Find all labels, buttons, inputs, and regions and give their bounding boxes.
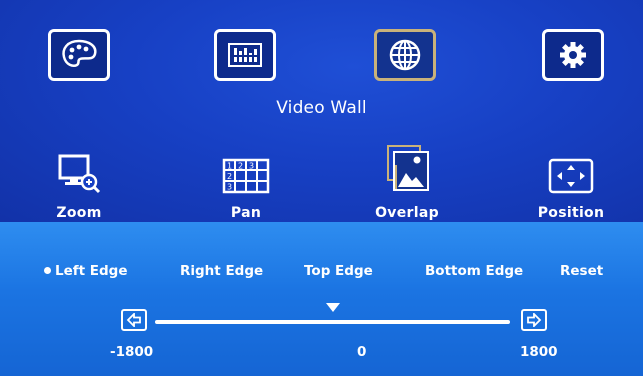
globe-icon <box>389 39 421 71</box>
osd-screen: Video Wall Zoom 1 2 3 2 3 Pan Overlap Po… <box>0 0 643 376</box>
submenu-label: Overlap <box>375 205 439 221</box>
arrow-left-icon <box>126 313 141 327</box>
option-top-edge[interactable]: Top Edge <box>304 263 373 279</box>
grid-pan-icon: 1 2 3 2 3 <box>222 158 270 194</box>
zoom-monitor-icon <box>58 154 101 194</box>
position-arrows-icon <box>548 158 594 194</box>
decrease-button[interactable] <box>121 309 147 331</box>
slider-thumb[interactable] <box>325 303 340 312</box>
option-bottom-edge[interactable]: Bottom Edge <box>425 263 523 279</box>
input-settings-button[interactable] <box>214 29 276 81</box>
svg-text:2: 2 <box>238 162 243 171</box>
submenu-label: Pan <box>230 205 262 221</box>
svg-text:3: 3 <box>249 162 254 171</box>
overlap-picture-icon <box>387 145 429 191</box>
svg-text:3: 3 <box>227 183 232 192</box>
submenu-position[interactable]: Position <box>521 143 621 221</box>
submenu-pan[interactable]: 1 2 3 2 3 Pan <box>196 143 296 221</box>
svg-text:2: 2 <box>227 172 232 181</box>
section-title: Video Wall <box>276 98 367 118</box>
submenu-label: Zoom <box>56 205 102 221</box>
palette-icon <box>62 39 97 67</box>
option-reset[interactable]: Reset <box>560 263 603 279</box>
option-label: Top Edge <box>304 263 373 279</box>
picture-settings-button[interactable] <box>48 29 110 81</box>
selected-dot-icon <box>44 266 51 274</box>
increase-button[interactable] <box>521 309 547 331</box>
option-label: Reset <box>560 263 604 279</box>
gear-icon <box>560 42 586 68</box>
arrow-right-icon <box>527 313 542 327</box>
video-wall-button[interactable] <box>374 29 436 81</box>
svg-text:1: 1 <box>227 162 232 171</box>
option-label: Right Edge <box>180 263 264 279</box>
option-left-edge[interactable]: Left Edge <box>44 263 128 279</box>
option-right-edge[interactable]: Right Edge <box>180 263 263 279</box>
main-menu-panel: Video Wall Zoom 1 2 3 2 3 Pan Overlap Po… <box>0 0 643 222</box>
submenu-overlap[interactable]: Overlap <box>357 143 457 221</box>
slider-min-label: -1800 <box>110 344 154 360</box>
input-settings-icon <box>228 43 262 67</box>
slider-value-label: 0 <box>357 344 367 360</box>
slider-track[interactable] <box>155 320 510 324</box>
submenu-label: Position <box>537 205 605 221</box>
system-settings-button[interactable] <box>542 29 604 81</box>
option-label: Left Edge <box>55 263 128 279</box>
slider-max-label: 1800 <box>520 344 558 360</box>
submenu-zoom[interactable]: Zoom <box>29 143 129 221</box>
option-label: Bottom Edge <box>425 263 524 279</box>
